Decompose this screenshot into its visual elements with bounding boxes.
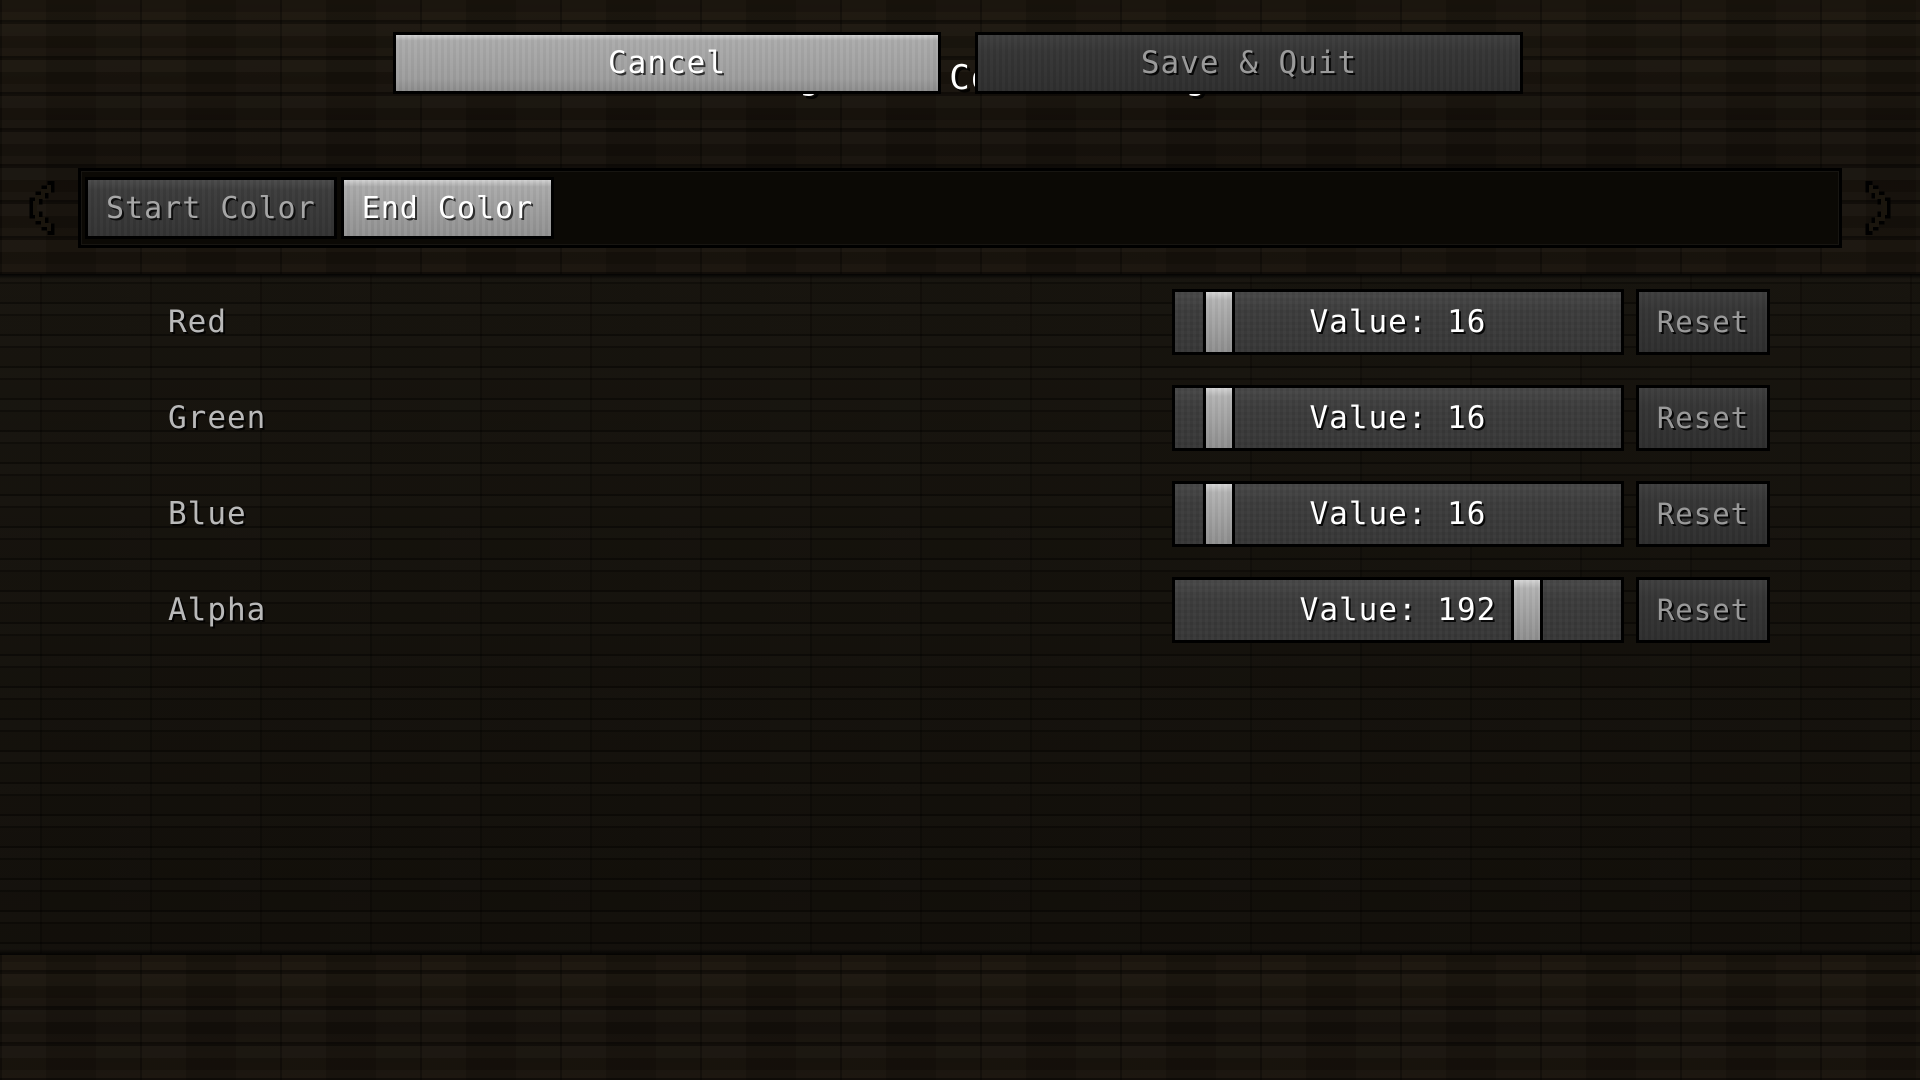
option-label-red: Red — [168, 304, 227, 340]
cancel-button-label: Cancel — [608, 45, 726, 81]
tab-start-color[interactable]: Start Color — [85, 177, 337, 239]
config-screen: Background Color config Start Color End … — [0, 0, 1920, 1080]
tab-end-color-label: End Color — [361, 190, 534, 226]
slider-handle-blue[interactable] — [1203, 484, 1236, 544]
screen-footer — [0, 954, 1920, 1080]
option-row: Green Value: 16 Reset — [0, 370, 1920, 466]
page-title: Background Color config — [713, 58, 1207, 98]
slider-handle-red[interactable] — [1203, 292, 1236, 352]
slider-blue[interactable]: Value: 16 — [1172, 481, 1624, 547]
cancel-button[interactable]: Cancel — [393, 32, 941, 94]
reset-button-green-label: Reset — [1656, 401, 1750, 435]
slider-value-green: Value: 16 — [1309, 400, 1487, 436]
option-rows: Red Value: 16 Reset Green Value: 16 Rese… — [0, 274, 1920, 658]
option-label-blue: Blue — [168, 496, 247, 532]
reset-button-alpha[interactable]: Reset — [1636, 577, 1770, 643]
tab-strip: Start Color End Color — [78, 168, 1842, 248]
slider-value-blue: Value: 16 — [1309, 496, 1487, 532]
slider-handle-green[interactable] — [1203, 388, 1236, 448]
option-row: Red Value: 16 Reset — [0, 274, 1920, 370]
header-divider-shadow — [0, 274, 1920, 279]
save-quit-button-label: Save & Quit — [1140, 45, 1358, 81]
reset-button-green[interactable]: Reset — [1636, 385, 1770, 451]
reset-button-red[interactable]: Reset — [1636, 289, 1770, 355]
tab-end-color[interactable]: End Color — [340, 177, 555, 239]
footer-divider-shadow — [0, 949, 1920, 955]
slider-handle-alpha[interactable] — [1510, 580, 1543, 640]
tab-start-color-label: Start Color — [106, 190, 316, 226]
options-list: Red Value: 16 Reset Green Value: 16 Rese… — [0, 274, 1920, 954]
save-quit-button[interactable]: Save & Quit — [975, 32, 1523, 94]
option-row: Alpha Value: 192 Reset — [0, 562, 1920, 658]
reset-button-blue[interactable]: Reset — [1636, 481, 1770, 547]
slider-alpha[interactable]: Value: 192 — [1172, 577, 1624, 643]
slider-value-red: Value: 16 — [1309, 304, 1487, 340]
tab-bar: Start Color End Color — [0, 168, 1920, 248]
option-row: Blue Value: 16 Reset — [0, 466, 1920, 562]
chevron-left-icon[interactable] — [18, 176, 64, 240]
option-label-alpha: Alpha — [168, 592, 267, 628]
reset-button-alpha-label: Reset — [1656, 593, 1750, 627]
slider-green[interactable]: Value: 16 — [1172, 385, 1624, 451]
slider-red[interactable]: Value: 16 — [1172, 289, 1624, 355]
slider-value-alpha: Value: 192 — [1299, 592, 1497, 628]
reset-button-blue-label: Reset — [1656, 497, 1750, 531]
option-label-green: Green — [168, 400, 267, 436]
chevron-right-icon[interactable] — [1856, 176, 1902, 240]
reset-button-red-label: Reset — [1656, 305, 1750, 339]
